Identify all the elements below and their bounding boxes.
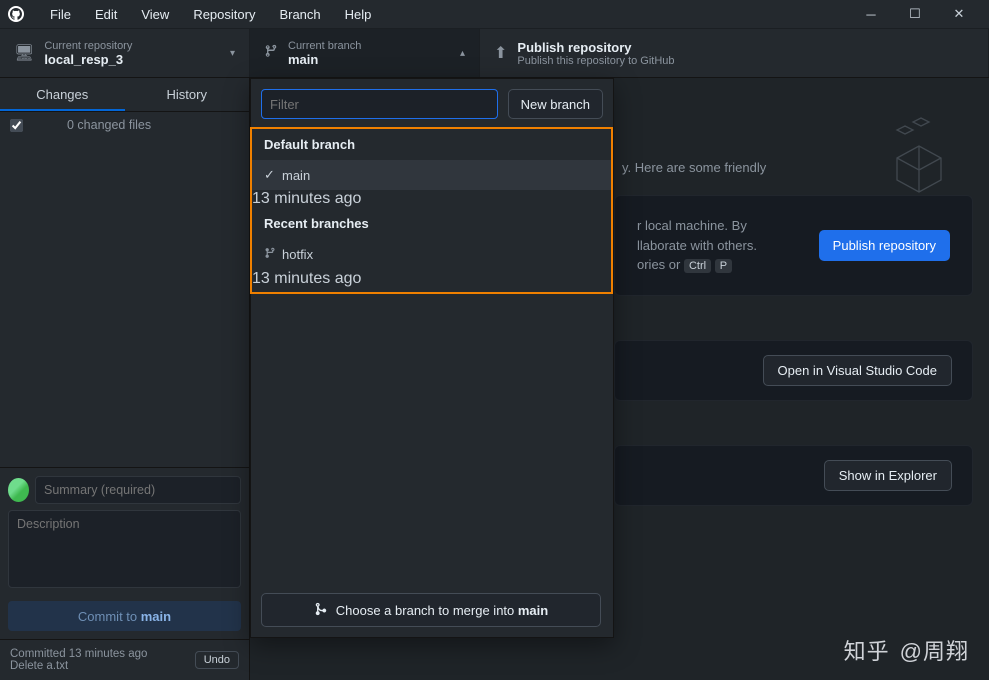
main-area: New branch Default branch ✓ main 13 minu…: [250, 78, 989, 680]
menu-bar: File Edit View Repository Branch Help: [38, 3, 383, 26]
watermark: 知乎 @周翔: [844, 634, 969, 666]
publish-title: Publish repository: [517, 40, 674, 55]
window-maximize-icon[interactable]: ☐: [893, 0, 937, 28]
branch-dropdown: New branch Default branch ✓ main 13 minu…: [250, 78, 614, 638]
show-in-explorer-button[interactable]: Show in Explorer: [824, 460, 952, 491]
show-explorer-card: Show in Explorer: [614, 445, 973, 506]
watermark-author: @周翔: [900, 634, 969, 666]
kbd-p: P: [715, 259, 732, 273]
changed-files-count: 0 changed files: [67, 118, 151, 132]
branch-filter-input[interactable]: [261, 89, 498, 119]
select-all-checkbox[interactable]: [10, 119, 23, 132]
branch-time: 13 minutes ago: [252, 190, 361, 207]
git-branch-icon: [264, 43, 278, 64]
annotation-highlight: Default branch ✓ main 13 minutes ago Rec…: [250, 127, 613, 294]
last-commit-time: Committed 13 minutes ago: [10, 648, 147, 660]
publish-card: r local machine. By llaborate with other…: [614, 195, 973, 296]
publish-subtitle: Publish this repository to GitHub: [517, 55, 674, 67]
window-close-icon[interactable]: ✕: [937, 0, 981, 28]
menu-repository[interactable]: Repository: [181, 3, 267, 26]
menu-edit[interactable]: Edit: [83, 3, 129, 26]
branch-time: 13 minutes ago: [252, 270, 361, 287]
chevron-down-icon: ▾: [230, 48, 235, 59]
commit-description-input[interactable]: [8, 510, 241, 588]
changed-files-header: 0 changed files: [0, 112, 249, 138]
current-branch-selector[interactable]: Current branch main ▴: [250, 29, 480, 77]
repo-name: local_resp_3: [44, 52, 132, 67]
branch-item-hotfix[interactable]: hotfix: [252, 239, 611, 270]
github-logo-icon: [8, 6, 24, 22]
avatar: [8, 478, 29, 502]
tab-changes[interactable]: Changes: [0, 78, 125, 111]
branch-label: Current branch: [288, 40, 361, 52]
open-vscode-button[interactable]: Open in Visual Studio Code: [763, 355, 952, 386]
repo-label: Current repository: [44, 40, 132, 52]
git-branch-icon: [264, 246, 282, 263]
commit-button[interactable]: Commit to main: [8, 601, 241, 631]
menu-file[interactable]: File: [38, 3, 83, 26]
chevron-up-icon: ▴: [460, 48, 465, 59]
menu-help[interactable]: Help: [333, 3, 384, 26]
title-bar: File Edit View Repository Branch Help ─ …: [0, 0, 989, 28]
branch-name-label: main: [282, 168, 310, 183]
menu-branch[interactable]: Branch: [267, 3, 332, 26]
last-commit-title: Delete a.txt: [10, 660, 147, 672]
last-commit-meta: Committed 13 minutes ago Delete a.txt Un…: [0, 639, 249, 680]
menu-view[interactable]: View: [129, 3, 181, 26]
kbd-ctrl: Ctrl: [684, 259, 711, 273]
desktop-icon: 🖥: [14, 43, 34, 63]
merge-branch-button[interactable]: Choose a branch to merge into main: [261, 593, 601, 627]
window-minimize-icon[interactable]: ─: [849, 0, 893, 28]
current-repository-selector[interactable]: 🖥 Current repository local_resp_3 ▾: [0, 29, 250, 77]
boxes-illustration-icon: [857, 108, 947, 198]
branch-name: main: [288, 52, 361, 67]
getting-started-panel: y. Here are some friendly r local machin…: [614, 88, 973, 506]
check-icon: ✓: [264, 167, 282, 183]
recent-branches-section: Recent branches: [252, 208, 611, 239]
commit-form: Commit to main: [0, 467, 249, 639]
open-editor-card: Open in Visual Studio Code: [614, 340, 973, 401]
publish-repository-button[interactable]: Publish repository: [819, 230, 950, 261]
branch-item-main[interactable]: ✓ main: [252, 160, 611, 190]
upload-icon: ⬆: [494, 43, 507, 63]
tab-history[interactable]: History: [125, 78, 250, 111]
publish-repository-action[interactable]: ⬆ Publish repository Publish this reposi…: [480, 29, 989, 77]
default-branch-section: Default branch: [252, 129, 611, 160]
sidebar: Changes History 0 changed files Commit t…: [0, 78, 250, 680]
toolbar: 🖥 Current repository local_resp_3 ▾ Curr…: [0, 28, 989, 78]
watermark-brand: 知乎: [844, 634, 890, 666]
git-merge-icon: [314, 602, 328, 619]
branch-name-label: hotfix: [282, 247, 313, 262]
new-branch-button[interactable]: New branch: [508, 89, 603, 119]
undo-button[interactable]: Undo: [195, 651, 239, 669]
commit-summary-input[interactable]: [35, 476, 241, 504]
